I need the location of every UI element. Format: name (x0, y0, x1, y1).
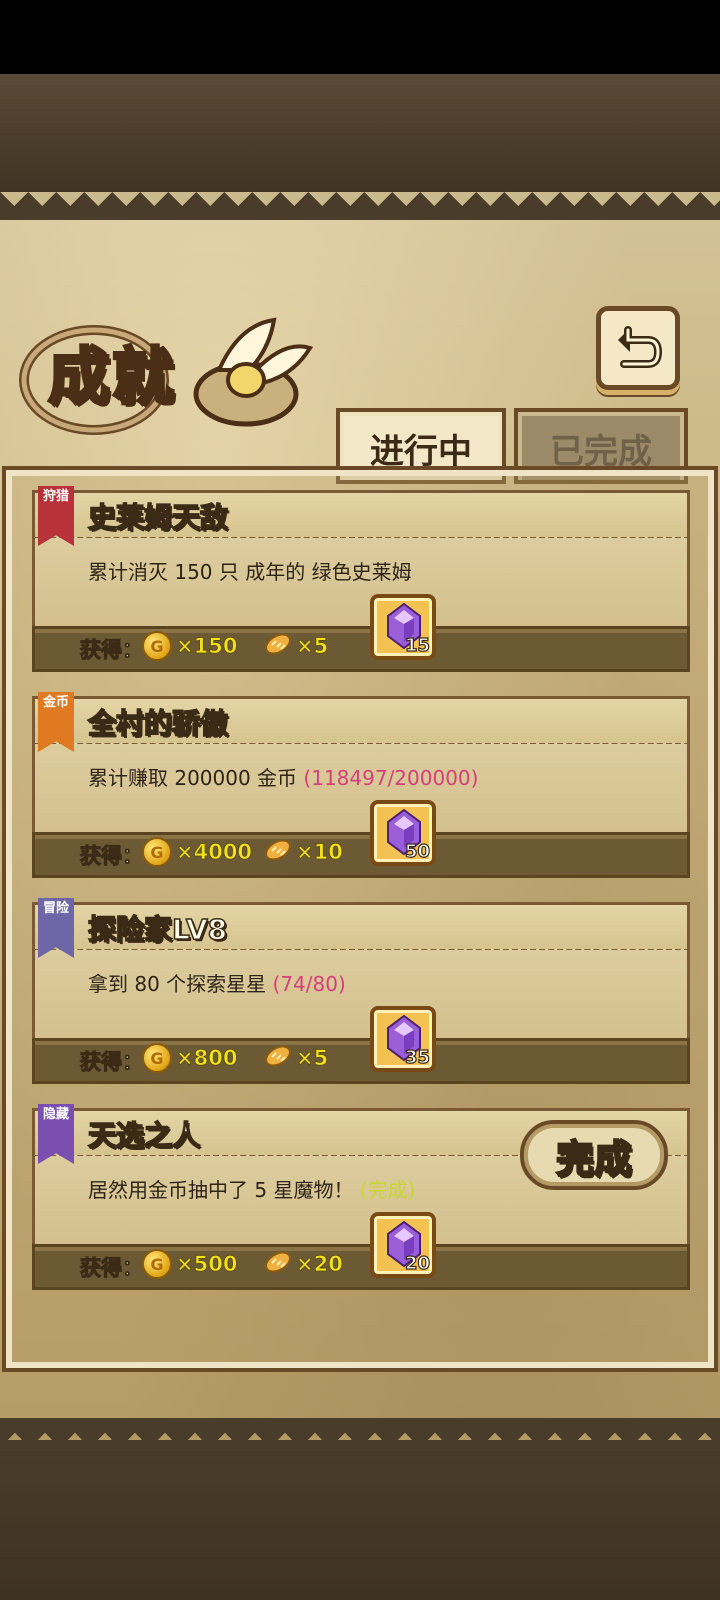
tab-in-progress-label: 进行中 (370, 431, 472, 472)
back-button[interactable] (596, 306, 680, 390)
coin-reward: ×800 (176, 1046, 238, 1071)
gem-count: 35 (404, 1046, 430, 1068)
bread-reward: ×5 (296, 1046, 329, 1071)
achievement-title: 全村的骄傲 (87, 706, 229, 741)
achievement-description: 居然用金币抽中了 5 星魔物！ (完成) (88, 1178, 416, 1202)
achievement-description: 累计消灭 150 只 成年的 绿色史莱姆 (88, 560, 412, 584)
gem-count: 20 (404, 1252, 430, 1274)
achievement-card: 金币 全村的骄傲 累计赚取 200000 金币 (118497/200000) … (32, 692, 690, 882)
page-title: 成就 (46, 339, 177, 415)
complete-claim-button[interactable]: 完成 (520, 1120, 668, 1190)
gem-reward: 20 (370, 1212, 436, 1278)
gold-coin-icon: G (142, 837, 172, 867)
progress-text: (74/80) (272, 972, 346, 996)
return-arrow-icon (618, 326, 663, 368)
torn-edge-top (0, 192, 720, 220)
reward-label: 获得： (80, 638, 144, 663)
bread-reward: ×20 (296, 1252, 344, 1277)
bread-reward: ×5 (296, 634, 329, 659)
game-screen: 成就 进行中 已完成 狩猎 史莱姆天敌 累计消灭 150 只 成年的 绿色史莱姆… (0, 0, 720, 1600)
progress-text: (118497/200000) (303, 766, 479, 790)
tab-completed-label: 已完成 (550, 431, 652, 472)
coin-reward: ×4000 (176, 840, 253, 865)
map-backdrop-top (0, 74, 720, 198)
achievement-title: 探险家LV8 (87, 912, 228, 947)
bread-icon (265, 1251, 291, 1273)
gem-reward: 15 (370, 594, 436, 660)
reward-label: 获得： (80, 1050, 144, 1075)
achievement-title: 史莱姆天敌 (87, 500, 229, 535)
coin-reward: ×150 (176, 634, 238, 659)
coin-reward: ×500 (176, 1252, 238, 1277)
bread-reward: ×10 (296, 840, 344, 865)
gem-reward: 50 (370, 800, 436, 866)
gem-count: 50 (404, 840, 430, 862)
gem-count: 15 (404, 634, 430, 656)
gem-reward: 35 (370, 1006, 436, 1072)
achievement-description: 累计赚取 200000 金币 (118497/200000) (88, 766, 479, 790)
achievement-title: 天选之人 (87, 1118, 201, 1153)
reward-label: 获得： (80, 844, 144, 869)
gold-coin-icon: G (142, 631, 172, 661)
reward-label: 获得： (80, 1256, 144, 1281)
bread-icon (265, 633, 291, 655)
achievement-card: 冒险 探险家LV8 拿到 80 个探索星星 (74/80) 获得： G ×800… (32, 898, 690, 1088)
progress-text: (完成) (359, 1178, 416, 1202)
achievement-description: 拿到 80 个探索星星 (74/80) (88, 972, 346, 996)
bread-icon (265, 1045, 291, 1067)
gold-coin-icon: G (142, 1043, 172, 1073)
map-backdrop-bottom (0, 1440, 720, 1600)
achievement-card: 狩猎 史莱姆天敌 累计消灭 150 只 成年的 绿色史莱姆 获得： G ×150… (32, 486, 690, 676)
gold-coin-icon: G (142, 1249, 172, 1279)
bread-icon (265, 839, 291, 861)
